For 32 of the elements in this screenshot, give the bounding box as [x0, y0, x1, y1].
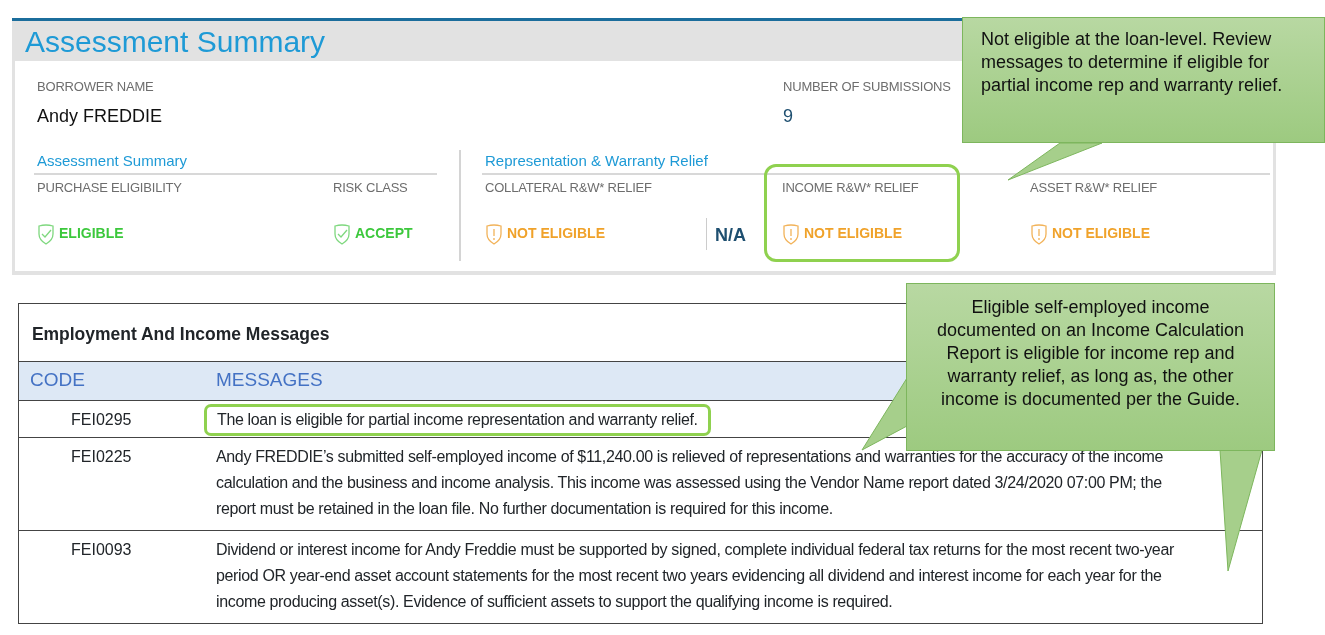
section-title: Assessment Summary	[34, 149, 437, 175]
status-value: N/A	[706, 217, 746, 250]
panel-title: Assessment Summary	[24, 24, 327, 60]
status-text: NOT ELIGIBLE	[804, 224, 902, 243]
column-header: MESSAGES	[216, 368, 323, 393]
status-text: ELIGIBLE	[59, 224, 124, 243]
status-label: COLLATERAL R&W* RELIEF	[485, 179, 653, 197]
shield-check-icon	[333, 222, 351, 245]
table-cell-text: FEI0225	[70, 446, 133, 467]
table-cell-text: FEI0295	[70, 409, 133, 430]
table-cell-text: FEI0093	[70, 539, 133, 560]
status-text: NOT ELIGIBLE	[507, 224, 605, 243]
message-text: Dividend or interest income for Andy Freddie must be supported by signed, complete individual federal tax returns for the most recent two-year period OR year-end asset account statements for the most recent two years evidencing all dividend and interest income for each year for the income producing asset(s). Evidence of sufficient assets to support the qualifying income is required.	[216, 540, 1174, 610]
field-value: 9	[783, 104, 794, 128]
status-label: INCOME R&W* RELIEF	[782, 179, 920, 197]
table-title: Employment And Income Messages	[30, 322, 331, 346]
shield-alert-icon	[485, 222, 503, 245]
message-text: The loan is eligible for partial income representation and warranty relief.	[204, 403, 711, 436]
field-label: NUMBER OF SUBMISSIONS	[783, 78, 951, 96]
status-label: ASSET R&W* RELIEF	[1030, 179, 1159, 197]
status-text: ACCEPT	[355, 224, 413, 243]
callout-note: Eligible self-employed income documented on an Income Calculation Report is eligible for income rep and warranty relief, as long as, the other income is documented per the Guide.	[906, 283, 1275, 451]
status-label: PURCHASE ELIGIBILITY	[37, 179, 183, 197]
field-label: BORROWER NAME	[37, 78, 155, 96]
shield-alert-icon	[1030, 222, 1048, 245]
column-header: CODE	[29, 368, 86, 393]
status-text: NOT ELIGIBLE	[1052, 224, 1150, 243]
shield-check-icon	[37, 222, 55, 245]
field-value: Andy FREDDIE	[37, 104, 164, 128]
callout-note: Not eligible at the loan-level. Review messages to determine if eligible for partial income rep and warranty relief.	[962, 17, 1325, 143]
shield-alert-icon	[782, 222, 800, 245]
status-label: RISK CLASS	[333, 179, 409, 197]
